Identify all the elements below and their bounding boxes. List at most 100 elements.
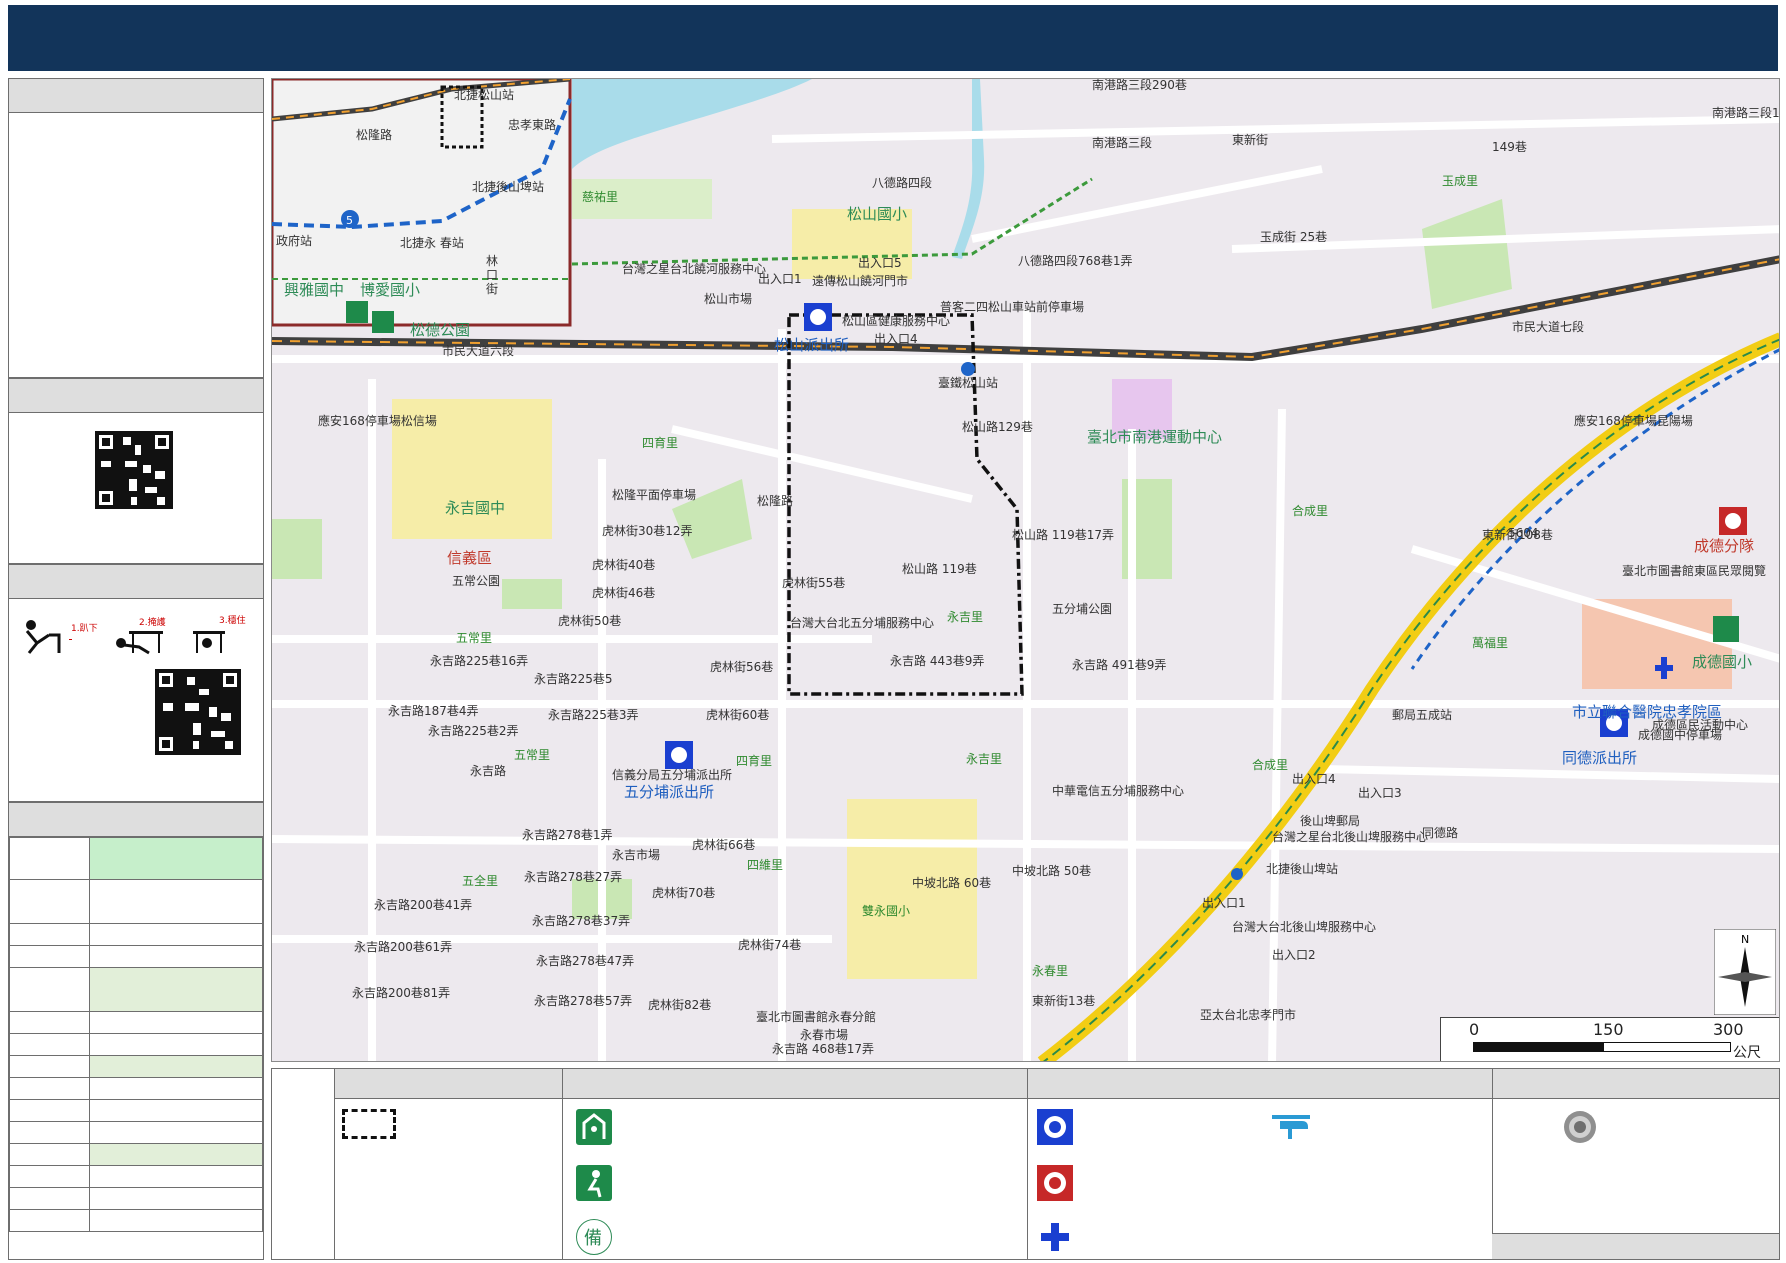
drill-panel: 1.趴下 2.掩護 3.穩住 [8,564,264,802]
road-label: 八德路四段 [872,175,932,190]
school-label: 松山國小 [847,205,907,223]
table-cell [89,967,263,1012]
north-label: N [1741,933,1749,946]
police-icon [804,303,832,331]
scale-label: 0 [1469,1020,1480,1039]
road-label: 八德路四段768巷1弄 [1018,253,1133,268]
table-cell [9,967,90,1012]
road-label: 虎林街60巷 [706,708,769,722]
village-label: 玉成里 [1442,174,1478,188]
poi-label: 應安168停車場松信場 [318,413,437,428]
table-cell [9,1209,90,1232]
reserve-school-icon: 備 [576,1219,612,1255]
table-cell [9,1055,90,1078]
road-label: 永吉路 [470,763,506,778]
legend-column [562,1069,563,1259]
road-label: 永吉路278巷1弄 [522,827,613,842]
road-label: 虎林街30巷12弄 [602,524,693,538]
poi-label: 臺北市圖書館東區民眾閱覽 [1622,563,1766,578]
poi-label: 普客二四松山車站前停車場 [940,299,1084,314]
table-cell [9,1033,90,1056]
station-icon [1562,1109,1598,1145]
poi-label: 出入口2 [1272,948,1316,962]
facility-table-header [9,803,263,837]
road-label: 永吉路187巷4弄 [388,703,479,718]
poi-label: 亞太台北忠孝門市 [1200,1007,1296,1022]
inset-label: 林 [486,254,498,268]
poi-label: 松隆平面停車場 [612,487,696,502]
inset-label: 口 [486,268,498,282]
table-cell [89,1143,263,1166]
map-svg[interactable]: 5 北捷松山站 忠孝東路 松隆路 北捷後山埤站 北捷永 春站 政府站 林 口 街… [272,79,1780,1062]
park-area [272,519,322,579]
inset-label: 北捷松山站 [454,88,514,102]
poi-label: 臺北市圖書館永春分館 [756,1009,876,1024]
scale-label: 150 [1593,1020,1624,1039]
ems-icon [1037,1219,1073,1255]
table-cell [89,1077,263,1100]
school-area [1582,599,1732,689]
poi-label: 臺鐵松山站 [938,375,998,390]
table-cell [89,1165,263,1188]
table-cell [89,945,263,968]
scale-label: 300 [1713,1020,1744,1039]
park-area [502,579,562,609]
poi-label: 5604 [1508,526,1539,540]
table-cell [9,1165,90,1188]
rail-station-marker [961,362,975,376]
legend-header [334,1069,1779,1099]
police-icon [1037,1109,1073,1145]
inset-label: 政府站 [276,233,312,248]
poi-label: 出入口1 [758,272,802,286]
drill-qr-code[interactable] [155,669,241,755]
road-label: 南港路三段16 [1712,105,1780,120]
table-cell [9,1143,90,1166]
road-label: 永吉路278巷47弄 [536,953,634,968]
table-cell [9,837,90,880]
metro-station-marker [1231,868,1243,880]
road-label: 永吉路200巷61弄 [354,939,452,954]
inset-label: 松德公園 [410,321,470,339]
boundary-icon [342,1109,396,1139]
road-label: 南港路三段290巷 [1092,79,1187,92]
school-label: 成德國小 [1692,653,1752,671]
poi-label: 五常公園 [452,574,500,588]
road-label: 永吉路 491巷9弄 [1072,657,1166,672]
poi-label: 中華電信五分埔服務中心 [1052,783,1184,798]
table-cell [89,1209,263,1232]
poi-label: 成德區民活動中心 [1652,717,1748,732]
qr-panel [8,378,264,564]
table-cell [9,1077,90,1100]
river [572,79,812,169]
village-label: 四育里 [642,435,678,450]
road-label: 松山路129巷 [962,419,1033,434]
table-cell [89,1121,263,1144]
shelter-icon [576,1109,612,1145]
road-label: 永吉路200巷41弄 [374,897,472,912]
poi-label: 永春市場 [800,1027,848,1042]
road-label: 永吉路225巷16弄 [430,653,528,668]
road-label: 虎林街50巷 [558,614,621,628]
shelter-icon [1713,616,1739,642]
road-label: 虎林街55巷 [782,576,845,590]
map-canvas[interactable]: 5 北捷松山站 忠孝東路 松隆路 北捷後山埤站 北捷永 春站 政府站 林 口 街… [271,78,1780,1062]
qr-code[interactable] [95,431,173,509]
north-arrow: N [1714,929,1776,1015]
road-label: 松山路 119巷17弄 [1012,527,1114,542]
police-label: 同德派出所 [1562,749,1637,767]
road-label: 永吉路 443巷9弄 [890,653,984,668]
poi-label: 永吉市場 [612,847,660,862]
road-label: 虎林街40巷 [592,558,655,572]
poi-label: 郵局五成站 [1392,708,1452,722]
poi-label: 出入口5 [858,256,902,270]
table-cell [9,945,90,968]
village-label: 四育里 [736,753,772,768]
legend-column [334,1069,335,1259]
village-label: 四維里 [747,858,783,872]
poi-label: 出入口4 [874,332,918,346]
poi-label: 後山埤郵局 [1300,814,1360,828]
table-cell [9,1099,90,1122]
poi-label: 台灣之星台北後山埤服務中心 [1272,829,1428,844]
poi-label: 信義分局五分埔派出所 [612,767,732,782]
cover-step-icon: 2.掩護 [116,616,166,655]
